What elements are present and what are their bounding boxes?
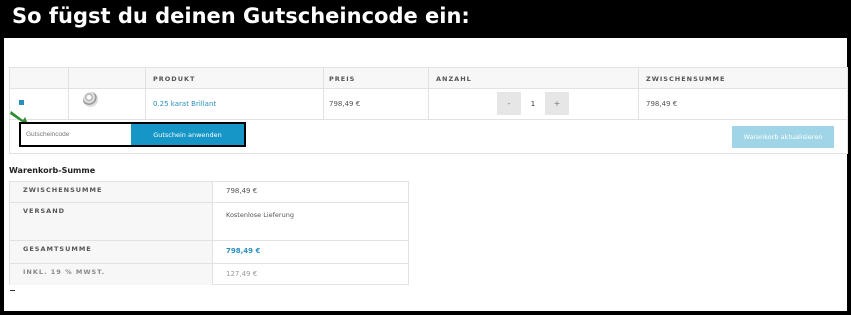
- totals-row-tax: INKL. 19 % MWST. 127,49 €: [10, 264, 408, 285]
- totals-label: GESAMTSUMME: [10, 241, 213, 263]
- totals-value: 798,49 €: [226, 247, 261, 255]
- divider: [10, 290, 15, 291]
- col-preis: PREIS: [329, 74, 356, 83]
- coupon-input[interactable]: [21, 124, 131, 145]
- cart-totals-table: ZWISCHENSUMME 798,49 € VERSAND Kostenlos…: [9, 181, 409, 285]
- totals-label: ZWISCHENSUMME: [10, 182, 213, 202]
- totals-label: INKL. 19 % MWST.: [10, 264, 213, 285]
- totals-row-subtotal: ZWISCHENSUMME 798,49 €: [10, 182, 408, 202]
- update-cart-button[interactable]: Warenkorb aktualisieren: [732, 126, 834, 148]
- totals-row-shipping: VERSAND Kostenlose Lieferung: [10, 203, 408, 240]
- col-anzahl: ANZAHL: [436, 74, 472, 83]
- cart-panel: PRODUKT PREIS ANZAHL ZWISCHENSUMME 0.25 …: [4, 38, 848, 311]
- totals-value: 127,49 €: [226, 270, 258, 278]
- coupon-highlight: Gutschein anwenden: [19, 122, 246, 147]
- totals-value: 798,49 €: [226, 187, 258, 195]
- qty-minus-button[interactable]: -: [497, 92, 521, 115]
- banner-title: So fügst du deinen Gutscheincode ein:: [12, 4, 470, 28]
- qty-plus-button[interactable]: +: [545, 92, 569, 115]
- quantity-stepper: - 1 +: [497, 92, 569, 115]
- product-price: 798,49 €: [329, 100, 361, 108]
- totals-value: Kostenlose Lieferung: [226, 211, 294, 219]
- col-produkt: PRODUKT: [153, 74, 196, 83]
- remove-item-icon[interactable]: [19, 100, 24, 105]
- qty-input[interactable]: 1: [521, 92, 545, 115]
- diamond-thumbnail[interactable]: [83, 92, 98, 107]
- row-subtotal: 798,49 €: [646, 100, 678, 108]
- cart-totals-title: Warenkorb-Summe: [9, 166, 96, 175]
- col-zwischensumme: ZWISCHENSUMME: [646, 74, 726, 83]
- apply-coupon-button[interactable]: Gutschein anwenden: [131, 124, 244, 145]
- totals-row-total: GESAMTSUMME 798,49 €: [10, 241, 408, 263]
- totals-label: VERSAND: [10, 203, 213, 240]
- product-link[interactable]: 0.25 karat Brillant: [153, 89, 216, 119]
